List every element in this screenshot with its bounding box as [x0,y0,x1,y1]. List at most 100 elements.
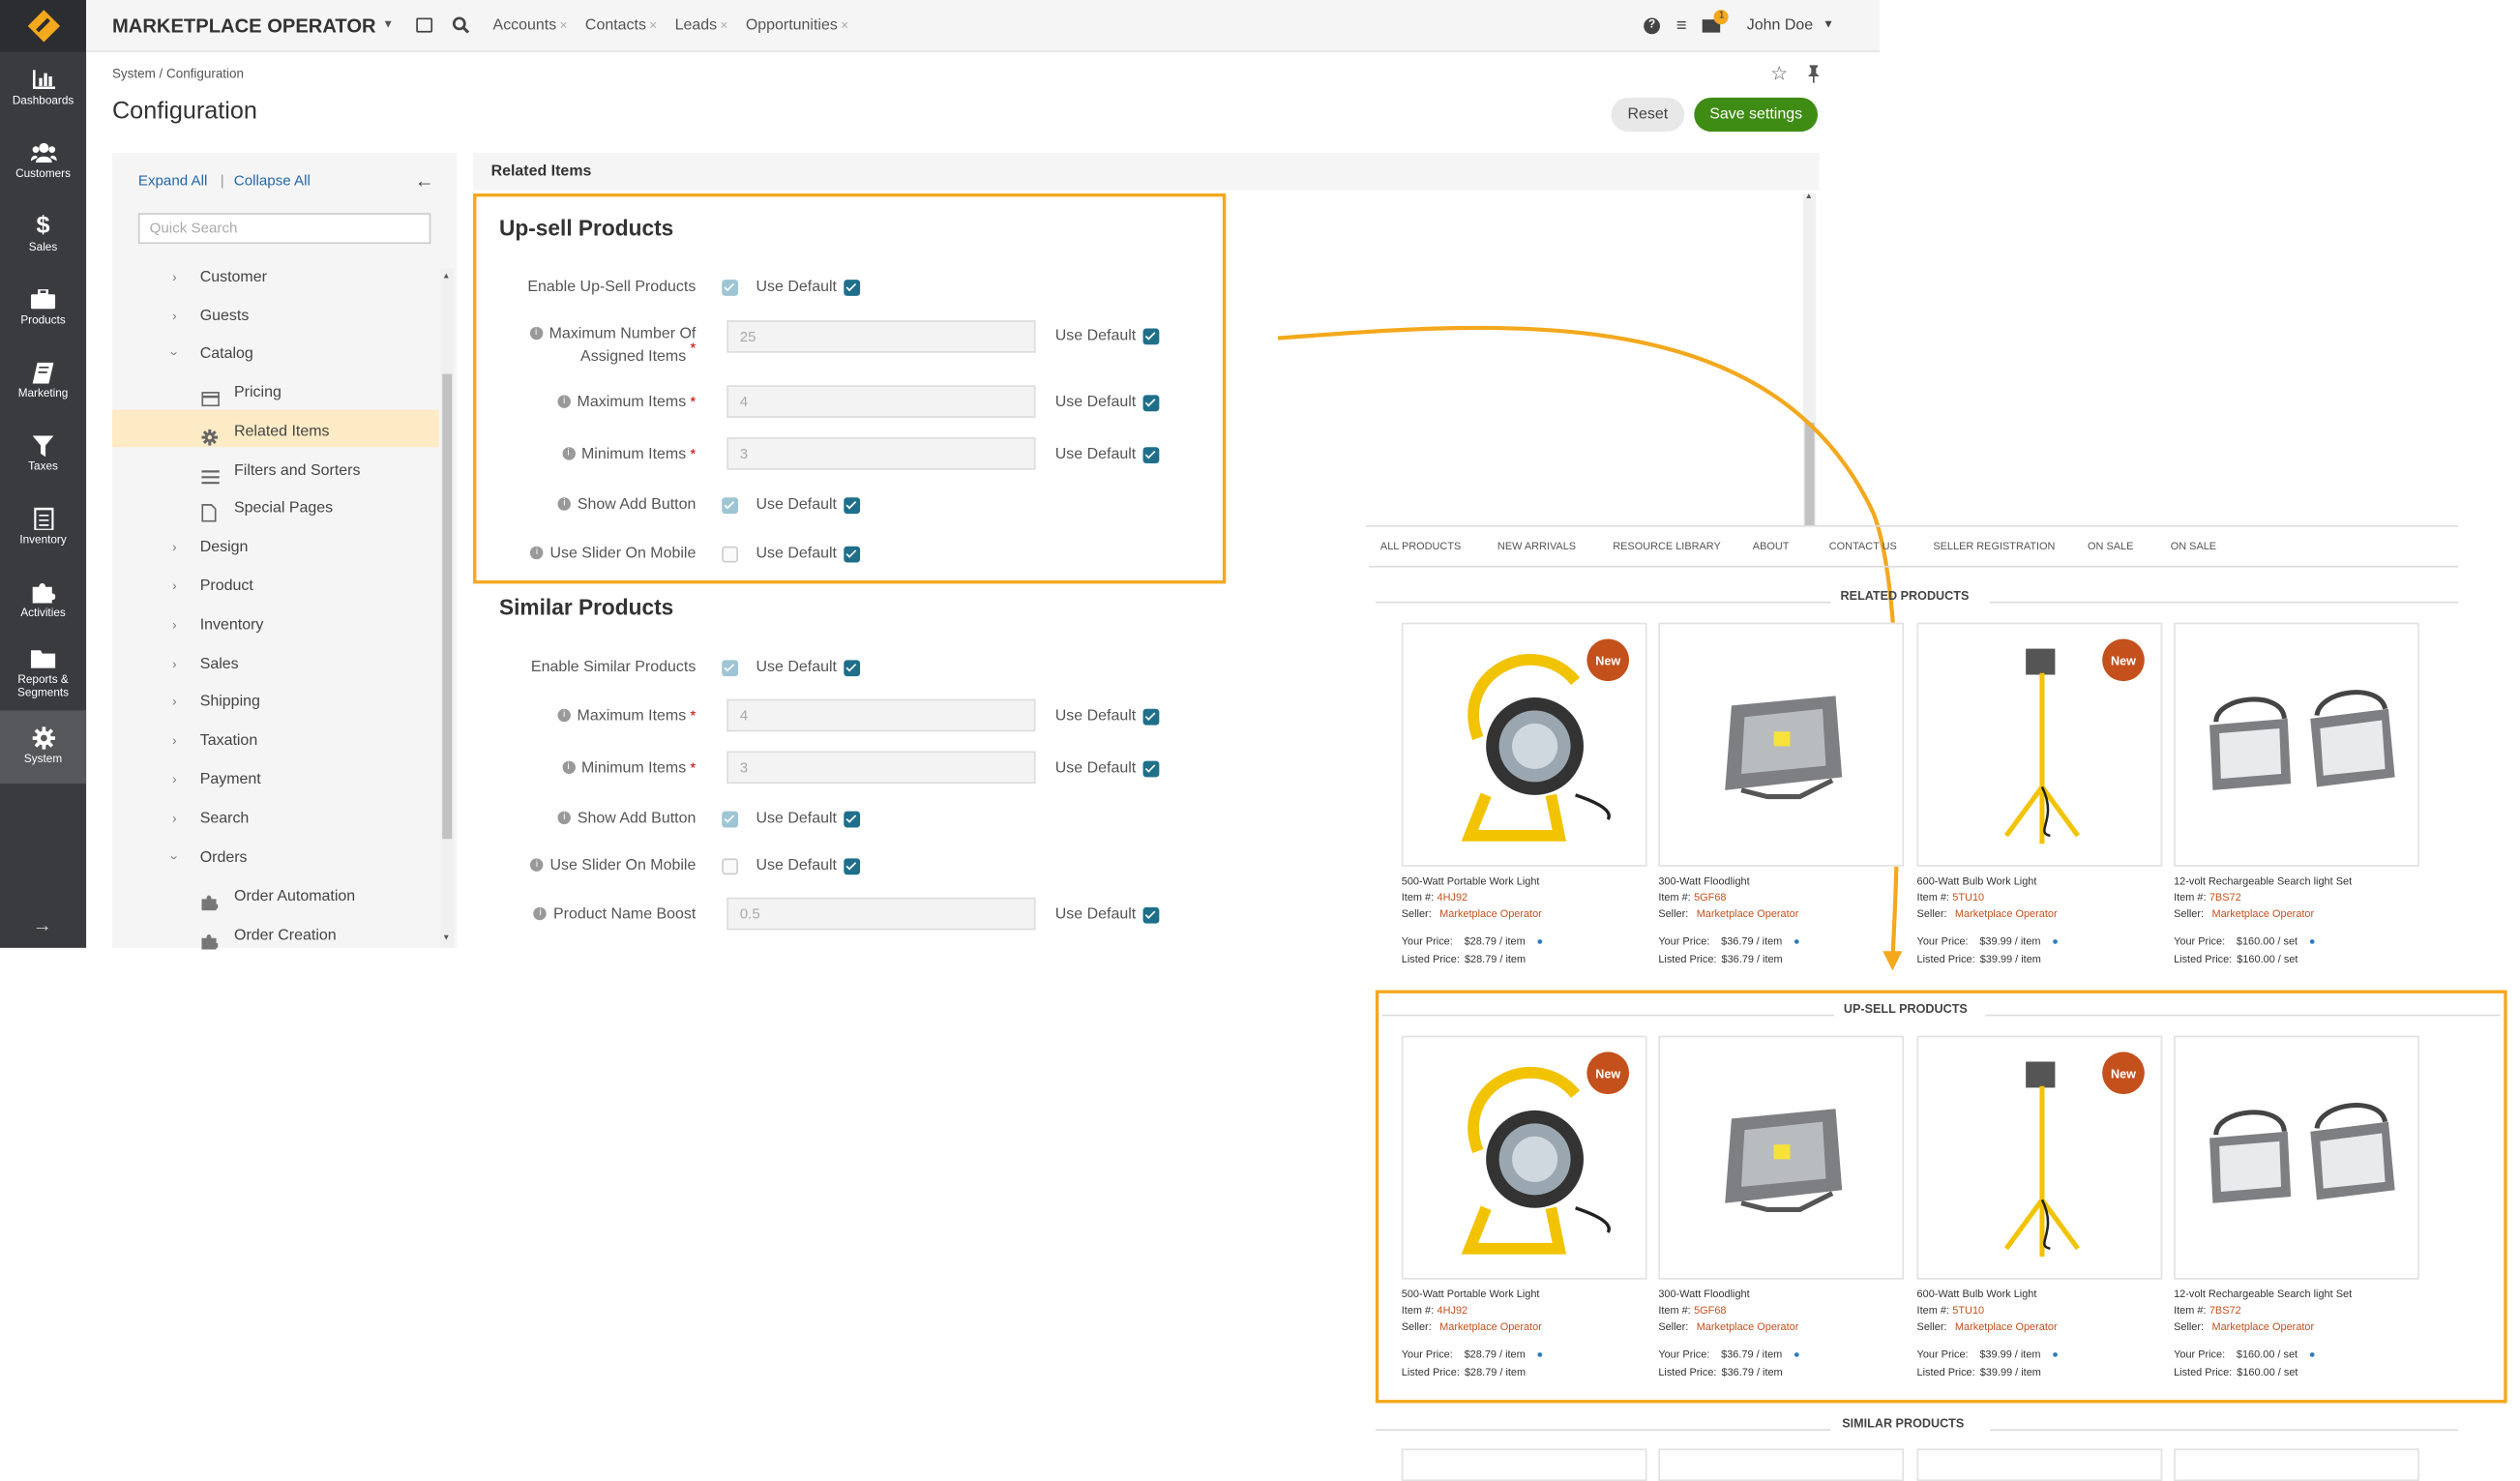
upsell-show-add-checkbox[interactable] [722,497,739,515]
tree-item-shipping[interactable]: Shipping [200,693,260,710]
price-info-icon[interactable]: ● [1536,1349,1543,1361]
similar-slider-checkbox[interactable] [722,858,739,875]
search-icon[interactable] [453,16,470,34]
product-name[interactable]: 12-volt Rechargeable Search light Set [2174,1289,2352,1302]
use-default-checkbox[interactable] [844,811,861,828]
store-nav-item[interactable]: ABOUT [1753,542,1790,553]
price-info-icon[interactable]: ● [2309,1349,2316,1361]
chevron-right-icon[interactable]: › [172,733,176,748]
image-icon[interactable] [416,17,433,33]
price-info-icon[interactable]: ● [2052,936,2059,948]
seller-link[interactable]: Marketplace Operator [2211,1321,2314,1333]
scroll-down-icon[interactable]: ▼ [442,933,450,943]
store-nav-item[interactable]: RESOURCE LIBRARY [1613,542,1721,553]
save-settings-button[interactable]: Save settings [1694,97,1819,133]
scroll-up-icon[interactable]: ▲ [1805,192,1813,201]
upsell-max-assigned-input[interactable]: 25 [726,320,1036,353]
chevron-down-icon[interactable]: ▼ [382,19,394,31]
store-nav-item[interactable]: SELLER REGISTRATION [1933,542,2055,553]
product-name[interactable]: 500-Watt Portable Work Light [1402,876,1540,889]
seller-link[interactable]: Marketplace Operator [1955,909,2058,921]
upsell-min-items-input[interactable]: 3 [726,437,1036,470]
info-icon[interactable]: i [530,547,544,560]
collapse-panel-icon[interactable]: ← [415,169,434,193]
info-icon[interactable]: i [557,396,571,409]
nav-item-products[interactable]: Products [0,272,86,345]
similar-boost-input[interactable]: 0.5 [726,897,1036,931]
tab-accounts[interactable]: Accounts × [493,16,568,34]
product-name[interactable]: 300-Watt Floodlight [1658,876,1749,889]
store-nav-item[interactable]: ON SALE [2171,542,2216,553]
tree-item-related-items[interactable]: Related Items [234,423,330,440]
use-default-checkbox[interactable] [1142,708,1160,726]
product-card[interactable]: New [1401,1035,1647,1280]
seller-link[interactable]: Marketplace Operator [1697,1321,1799,1333]
product-card[interactable] [2174,1035,2419,1280]
nav-item-taxes[interactable]: Taxes [0,418,86,491]
product-image[interactable] [2176,624,2421,868]
nav-item-inventory[interactable]: Inventory [0,491,86,565]
star-icon[interactable]: ☆ [1770,62,1788,85]
use-default-checkbox[interactable] [1142,395,1160,412]
tree-item-inventory[interactable]: Inventory [200,616,264,634]
chevron-right-icon[interactable]: › [172,695,176,709]
chevron-down-icon[interactable]: › [167,351,182,355]
user-menu[interactable]: John Doe [1747,16,1813,34]
chevron-right-icon[interactable]: › [172,812,176,826]
product-card[interactable] [1658,622,1906,868]
product-name[interactable]: 600-Watt Bulb Work Light [1917,876,2037,889]
product-card-partial[interactable] [2174,1448,2419,1481]
price-info-icon[interactable]: ● [2309,936,2316,948]
product-card[interactable]: New [1401,622,1647,867]
product-card[interactable]: New [1916,622,2163,867]
use-default-checkbox[interactable] [1142,906,1160,924]
use-default-checkbox[interactable] [844,497,861,515]
info-icon[interactable]: i [557,709,571,724]
tree-item-guests[interactable]: Guests [200,308,250,325]
product-card-partial[interactable] [1916,1448,2163,1481]
price-info-icon[interactable]: ● [1794,936,1800,948]
quick-search-input[interactable]: Quick Search [137,213,431,245]
similar-enable-checkbox[interactable] [722,660,739,677]
upsell-slider-checkbox[interactable] [722,546,739,563]
info-icon[interactable]: i [530,859,544,873]
store-nav-item[interactable]: NEW ARRIVALS [1497,542,1576,553]
tree-item-order-creation[interactable]: Order Creation [234,927,337,944]
nav-item-activities[interactable]: Activities [0,564,86,637]
info-icon[interactable]: i [557,498,572,512]
info-icon[interactable]: i [561,761,576,775]
tree-item-search[interactable]: Search [200,810,250,827]
chevron-down-icon[interactable]: ▼ [1823,19,1834,31]
chevron-right-icon[interactable]: › [172,578,176,593]
store-nav-item[interactable]: ON SALE [2088,542,2133,553]
use-default-checkbox[interactable] [844,280,861,296]
tab-opportunities[interactable]: Opportunities × [746,16,848,34]
tab-contacts[interactable]: Contacts × [585,16,657,34]
chevron-right-icon[interactable]: › [172,618,176,633]
tab-leads[interactable]: Leads × [675,16,728,34]
store-nav-item[interactable]: ALL PRODUCTS [1380,542,1461,553]
tree-item-pricing[interactable]: Pricing [234,384,282,401]
product-card-partial[interactable] [1658,1448,1905,1481]
help-icon[interactable]: ? [1644,16,1660,34]
info-icon[interactable]: i [533,907,548,922]
menu-icon[interactable]: ≡ [1676,16,1687,34]
chevron-right-icon[interactable]: › [172,309,176,323]
product-card[interactable]: New [1916,1035,2163,1280]
product-card[interactable] [2174,622,2421,868]
product-name[interactable]: 600-Watt Bulb Work Light [1917,1289,2037,1302]
product-image[interactable] [1660,624,1906,868]
info-icon[interactable]: i [529,327,543,341]
tree-item-taxation[interactable]: Taxation [200,731,257,749]
collapse-all-link[interactable]: Collapse All [234,172,311,189]
product-name[interactable]: 500-Watt Portable Work Light [1402,1289,1540,1302]
tree-item-order-automation[interactable]: Order Automation [234,888,355,905]
seller-link[interactable]: Marketplace Operator [2211,909,2314,921]
product-name[interactable]: 12-volt Rechargeable Search light Set [2174,876,2352,889]
store-nav-item[interactable]: CONTACT US [1829,542,1897,553]
similar-show-add-checkbox[interactable] [722,811,739,828]
tree-item-payment[interactable]: Payment [200,771,261,788]
reset-button[interactable]: Reset [1611,97,1685,133]
price-info-icon[interactable]: ● [1536,936,1543,948]
nav-item-reports[interactable]: Reports & Segments [0,637,86,711]
